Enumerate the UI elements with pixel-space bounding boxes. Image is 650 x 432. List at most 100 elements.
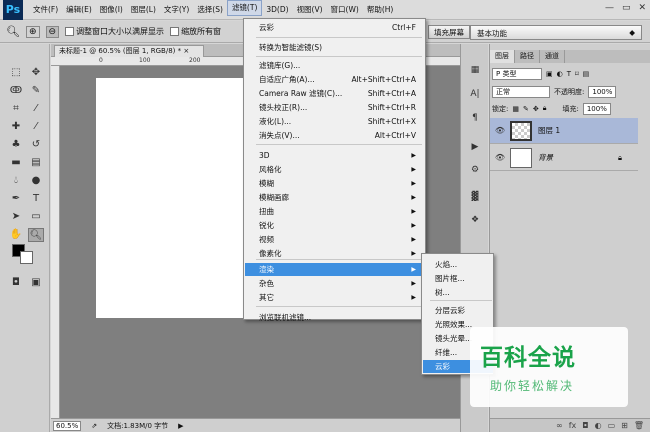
shape-tool-icon[interactable]: ▭ <box>28 210 44 224</box>
filter-menu-item[interactable]: 模糊 ▶ <box>245 177 424 190</box>
tab-channels[interactable]: 通道 <box>540 50 565 63</box>
filter-menu-item[interactable]: 模糊画廊 ▶ <box>245 191 424 204</box>
menu-item[interactable]: 3D(D) <box>262 0 292 20</box>
zoom-out-icon[interactable]: ⊖ <box>45 25 60 38</box>
export-icon[interactable]: ⇗ <box>91 422 97 430</box>
zoom-level[interactable]: 60.5% <box>53 420 82 431</box>
menu-item[interactable]: 图像(I) <box>96 0 127 20</box>
menu-item[interactable]: 文字(Y) <box>160 0 193 20</box>
filter-menu-item[interactable]: 液化(L)... Shift+Ctrl+X <box>245 115 424 128</box>
blend-mode-select[interactable]: 正常 <box>492 85 550 98</box>
render-submenu-item[interactable]: 树... <box>423 286 493 299</box>
blur-tool-icon[interactable]: 💧︎ <box>8 174 24 188</box>
smart-filter-icon[interactable]: ▤ <box>583 70 590 78</box>
eye-icon[interactable]: 👁︎ <box>490 153 510 162</box>
fx-icon[interactable]: fx <box>569 421 577 430</box>
clone-stamp-icon[interactable]: ♣ <box>8 138 24 152</box>
path-select-icon[interactable]: ➤ <box>8 210 24 224</box>
filter-menu-item[interactable]: 渲染 ▶ <box>245 263 424 276</box>
layer-row[interactable]: 👁︎ 背景 🔒︎ <box>490 145 638 171</box>
filter-menu-item[interactable]: 滤镜库(G)... <box>245 59 424 72</box>
actions-panel-icon[interactable]: ▶ <box>466 139 484 155</box>
marquee-tool-icon[interactable]: ⬚ <box>8 66 24 80</box>
filter-menu-item[interactable]: 视频 ▶ <box>245 233 424 246</box>
eraser-tool-icon[interactable]: ▬ <box>8 156 24 170</box>
filter-menu-item[interactable]: 消失点(V)... Alt+Ctrl+V <box>245 129 424 142</box>
filter-menu-item[interactable]: 像素化 ▶ <box>245 247 424 260</box>
document-tab[interactable]: 未标题-1 @ 60.5% (图层 1, RGB/8) * × <box>54 45 204 57</box>
fill-screen-button[interactable]: 填充屏幕 <box>428 25 470 39</box>
close-tab-icon[interactable]: × <box>183 47 189 55</box>
opacity-input[interactable]: 100% <box>588 85 617 98</box>
maximize-icon[interactable]: ▭ <box>622 3 631 13</box>
eye-icon[interactable]: 👁︎ <box>490 126 510 135</box>
hand-tool-icon[interactable]: ✋ <box>8 228 24 242</box>
filter-menu-item[interactable]: 自适应广角(A)... Alt+Shift+Ctrl+A <box>245 73 424 86</box>
menu-item[interactable]: 图层(L) <box>127 0 160 20</box>
healing-brush-icon[interactable]: ✚ <box>8 120 24 134</box>
pen-tool-icon[interactable]: ✒ <box>8 192 24 206</box>
mask-icon[interactable]: ◘ <box>582 421 588 430</box>
filter-menu-item[interactable]: 云彩 Ctrl+F <box>245 21 424 34</box>
shape-filter-icon[interactable]: ⌑ <box>575 70 579 78</box>
menu-item[interactable]: 视图(V) <box>293 0 327 20</box>
paragraph-panel-icon[interactable]: ¶ <box>466 110 484 126</box>
layer-comps-icon[interactable]: ❖ <box>466 212 484 228</box>
filter-menu-item[interactable]: 浏览联机滤镜... <box>245 311 424 324</box>
filter-menu-item[interactable]: 杂色 ▶ <box>245 277 424 290</box>
type-tool-icon[interactable]: T <box>28 192 44 206</box>
zoom-tool-icon[interactable]: 🔍︎ <box>6 25 20 38</box>
zoom-tool-icon[interactable]: 🔍︎ <box>28 228 44 242</box>
lock-transparent-icon[interactable]: ▦ <box>512 105 519 113</box>
group-icon[interactable]: ▭ <box>608 421 616 430</box>
eyedropper-tool-icon[interactable]: ⁄ <box>28 102 44 116</box>
resize-windows-checkbox[interactable] <box>65 27 75 36</box>
history-panel-icon[interactable]: ▦ <box>466 62 484 78</box>
dodge-tool-icon[interactable]: ● <box>28 174 44 188</box>
move-tool-icon[interactable]: ✥ <box>28 66 44 80</box>
quick-select-tool-icon[interactable]: ✎ <box>28 84 44 98</box>
lock-position-icon[interactable]: ✥ <box>533 105 539 113</box>
chevron-right-icon[interactable]: ▶ <box>178 422 183 430</box>
filter-menu-item[interactable]: 锐化 ▶ <box>245 219 424 232</box>
filter-menu-item[interactable]: 其它 ▶ <box>245 291 424 304</box>
filter-menu-item[interactable]: 3D ▶ <box>245 149 424 162</box>
render-submenu-item[interactable]: 图片框... <box>423 272 493 285</box>
tool-presets-icon[interactable]: ⚙ <box>466 162 484 178</box>
image-filter-icon[interactable]: ▣ <box>546 70 553 78</box>
layer-row[interactable]: 👁︎ 图层 1 <box>490 118 638 144</box>
render-submenu-item[interactable]: 火焰... <box>423 258 493 271</box>
link-icon[interactable]: ∞ <box>556 421 563 430</box>
brush-tool-icon[interactable]: ⁄ <box>28 120 44 134</box>
trash-icon[interactable]: 🗑︎ <box>634 421 644 430</box>
menu-item[interactable]: 窗口(W) <box>327 0 363 20</box>
resize-windows-option[interactable]: 调整窗口大小以满屏显示 <box>65 26 164 37</box>
history-brush-icon[interactable]: ↺ <box>28 138 44 152</box>
type-filter-icon[interactable]: T <box>567 70 571 78</box>
new-layer-icon[interactable]: ⊞ <box>621 421 628 430</box>
fill-input[interactable]: 100% <box>582 102 611 115</box>
render-submenu-item[interactable]: 分层云彩 <box>423 304 493 317</box>
menu-item[interactable]: 滤镜(T) <box>226 0 263 16</box>
screen-mode-icon[interactable]: ▣ <box>28 276 44 290</box>
filter-menu-item[interactable]: 扭曲 ▶ <box>245 205 424 218</box>
gradient-tool-icon[interactable]: ▤ <box>28 156 44 170</box>
quick-mask-icon[interactable]: ◘ <box>8 276 24 290</box>
filter-menu-item[interactable]: Camera Raw 滤镜(C)... Shift+Ctrl+A <box>245 87 424 100</box>
tab-paths[interactable]: 路径 <box>515 50 540 63</box>
lock-image-icon[interactable]: ✎ <box>523 105 529 113</box>
crop-tool-icon[interactable]: ⌗ <box>8 102 24 116</box>
filter-menu-item[interactable]: 转换为智能滤镜(S) <box>245 41 424 54</box>
zoom-all-checkbox[interactable] <box>170 27 180 36</box>
swatches-panel-icon[interactable]: ▓ <box>466 189 484 205</box>
lasso-tool-icon[interactable]: ↂ <box>8 84 24 98</box>
menu-item[interactable]: 文件(F) <box>29 0 62 20</box>
close-icon[interactable]: ✕ <box>638 3 646 13</box>
adjustment-icon[interactable]: ◐ <box>595 421 602 430</box>
workspace-select[interactable]: 基本功能 ◆ <box>470 25 642 40</box>
zoom-in-icon[interactable]: ⊕ <box>25 25 40 38</box>
menu-item[interactable]: 帮助(H) <box>363 0 398 20</box>
lock-all-icon[interactable]: 🔒︎ <box>543 104 547 113</box>
menu-item[interactable]: 选择(S) <box>193 0 227 20</box>
adjustment-filter-icon[interactable]: ◐ <box>557 70 563 78</box>
